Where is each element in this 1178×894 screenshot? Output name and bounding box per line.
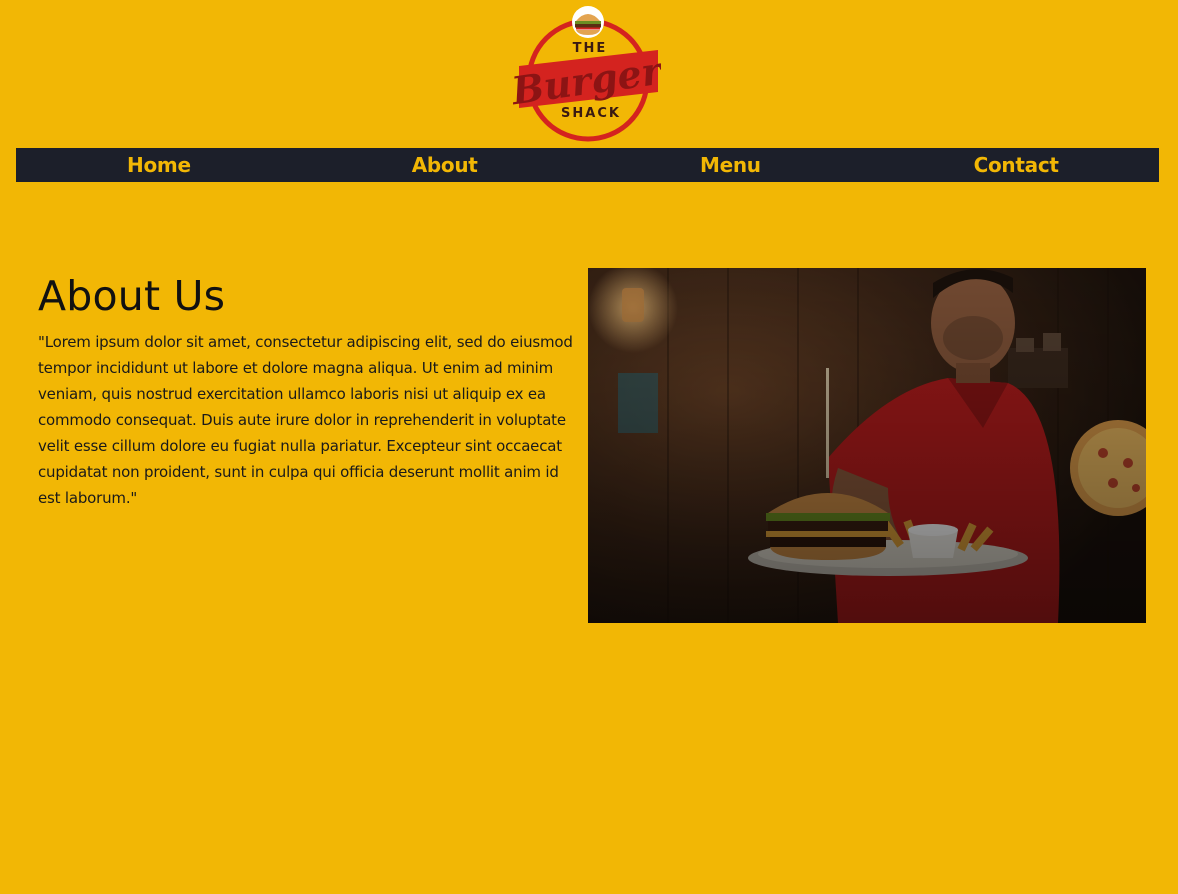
- logo-text-shack: SHACK: [561, 106, 621, 121]
- logo-text-the: THE: [573, 41, 608, 56]
- nav-link-contact[interactable]: Contact: [873, 148, 1159, 182]
- logo-graphic: THE Burger SHACK: [508, 6, 667, 142]
- nav-link-about[interactable]: About: [302, 148, 588, 182]
- nav-link-menu[interactable]: Menu: [588, 148, 874, 182]
- burger-shack-logo[interactable]: THE Burger SHACK: [508, 4, 667, 144]
- about-body-text: "Lorem ipsum dolor sit amet, consectetur…: [38, 333, 573, 507]
- burger-server-image: [588, 268, 1146, 623]
- about-photo: [588, 268, 1146, 623]
- nav-link-home[interactable]: Home: [16, 148, 302, 182]
- about-heading: About Us: [38, 272, 226, 320]
- burger-icon: [572, 6, 604, 38]
- main-navigation: Home About Menu Contact: [16, 148, 1159, 182]
